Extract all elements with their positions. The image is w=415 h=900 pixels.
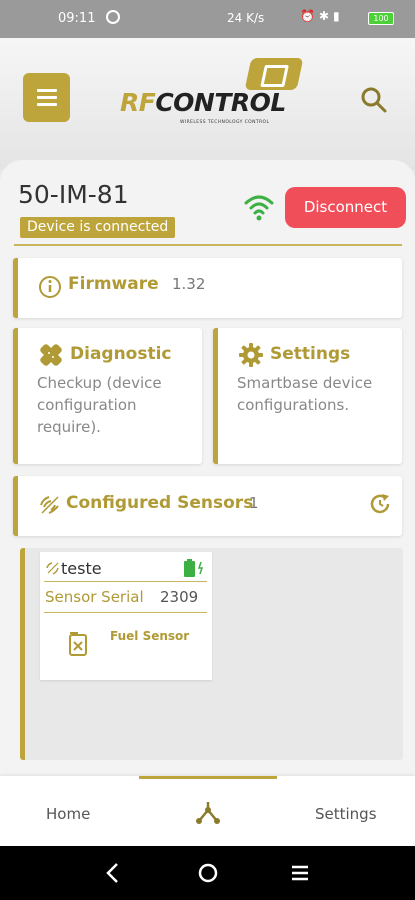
battery-full-icon: [184, 559, 204, 577]
diagnostic-description: Checkup (device configuration require).: [37, 374, 162, 436]
configured-sensors-count: 1: [249, 494, 259, 512]
search-icon[interactable]: [360, 86, 388, 114]
back-icon[interactable]: [100, 860, 126, 886]
configured-sensors-title: Configured Sensors: [66, 493, 254, 513]
refresh-icon[interactable]: [368, 492, 392, 516]
network-hub-icon[interactable]: [194, 800, 222, 826]
status-time: 09:11: [58, 11, 96, 26]
battery-icon: 100: [368, 12, 394, 25]
firmware-version: 1.32: [172, 275, 206, 293]
status-icons: ⏰ ✱ ▮: [300, 9, 340, 23]
network-speed: 24 K/s: [227, 11, 265, 25]
menu-icon-line: [36, 103, 57, 106]
menu-button[interactable]: [23, 73, 70, 122]
sensor-signal-icon: [46, 562, 59, 575]
device-name: 50-IM-81: [18, 180, 129, 209]
firmware-card[interactable]: Firmware 1.32: [13, 258, 402, 318]
sensor-divider: [44, 612, 207, 613]
diagnostic-card[interactable]: Diagnostic Checkup (device configuration…: [13, 328, 202, 464]
logo-wordmark: RFCONTROL: [120, 88, 286, 117]
sensor-signal-icon: [40, 496, 59, 514]
settings-card[interactable]: Settings Smartbase device configurations…: [213, 328, 402, 464]
sensor-name: teste: [61, 559, 102, 578]
notification-icon: [106, 10, 120, 24]
active-tab-indicator: [139, 776, 277, 779]
system-navigation-bar: [0, 846, 415, 900]
sensor-type: Fuel Sensor: [110, 629, 190, 643]
settings-title: Settings: [270, 344, 351, 364]
nav-home[interactable]: Home: [46, 805, 90, 823]
rfcontrol-logo: RFCONTROL WIRELESS TECHNOLOGY CONTROL: [120, 58, 304, 128]
connection-status-badge: Device is connected: [20, 217, 176, 238]
menu-icon-line: [36, 96, 57, 99]
wifi-icon: [244, 195, 274, 221]
disconnect-button[interactable]: Disconnect: [285, 187, 406, 228]
bluetooth-icon: ✱: [318, 9, 330, 23]
diagnostic-title: Diagnostic: [70, 344, 172, 364]
header-divider: [14, 244, 402, 246]
sensor-serial: 2309: [160, 588, 199, 606]
configured-sensors-card[interactable]: Configured Sensors 1: [13, 476, 402, 536]
sensor-list: teste Sensor Serial 2309 Fuel Sensor: [20, 548, 403, 760]
gear-icon: [239, 343, 263, 367]
status-bar: 09:11 24 K/s ⏰ ✱ ▮ 100: [0, 0, 415, 38]
bottom-navigation: Home Settings: [0, 776, 415, 846]
fuel-can-icon: [69, 632, 87, 656]
sensor-divider: [44, 581, 207, 582]
home-icon[interactable]: [195, 860, 221, 886]
signal-icon: ▮: [333, 9, 340, 23]
app-header: RFCONTROL WIRELESS TECHNOLOGY CONTROL: [0, 38, 415, 170]
device-panel: 50-IM-81 Device is connected Disconnect …: [0, 160, 415, 780]
logo-badge-icon: [244, 58, 304, 90]
bandage-icon: [40, 344, 62, 366]
recents-icon[interactable]: [287, 860, 313, 886]
menu-icon-line: [36, 89, 57, 92]
firmware-title: Firmware: [68, 274, 159, 294]
settings-description: Smartbase device configurations.: [237, 374, 373, 414]
sensor-serial-label: Sensor Serial: [45, 588, 144, 606]
alarm-icon: ⏰: [300, 9, 315, 23]
info-icon: [39, 276, 61, 298]
nav-settings[interactable]: Settings: [315, 805, 377, 823]
logo-tagline: WIRELESS TECHNOLOGY CONTROL: [180, 120, 270, 125]
sensor-tile[interactable]: teste Sensor Serial 2309 Fuel Sensor: [40, 552, 212, 680]
